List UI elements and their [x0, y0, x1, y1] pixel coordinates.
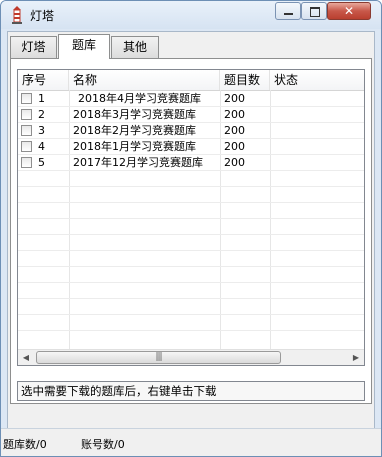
- scroll-right-icon[interactable]: ▶: [348, 350, 364, 365]
- maximize-button[interactable]: [301, 2, 327, 20]
- row-count: 200: [224, 156, 245, 169]
- status-bar: 题库数/0 账号数/0: [1, 428, 381, 456]
- bank-count-status: 题库数/0: [3, 438, 47, 451]
- row-name: 2017年12月学习竞赛题库: [73, 156, 203, 169]
- tab-other[interactable]: 其他: [111, 36, 159, 58]
- column-header-count[interactable]: 题目数: [220, 70, 270, 90]
- scroll-grip-icon: |||: [155, 352, 162, 362]
- grid-line: [18, 266, 364, 267]
- minimize-icon: [284, 13, 293, 15]
- row-name: 2018年1月学习竞赛题库: [73, 140, 196, 153]
- tab-label: 题库: [71, 38, 96, 52]
- column-header-number[interactable]: 序号: [18, 70, 69, 90]
- grid-line: [18, 234, 364, 235]
- tab-question-bank[interactable]: 题库: [58, 34, 110, 59]
- row-number: 1: [38, 92, 45, 105]
- lighthouse-app-icon: [12, 6, 22, 24]
- tab-label: 其他: [122, 40, 147, 54]
- grid-line: [18, 314, 364, 315]
- question-bank-panel: 序号 名称 题目数 状态 1 2018年4月学习竞赛题库 200 2 2018年…: [10, 58, 372, 404]
- row-number: 5: [38, 156, 45, 169]
- tab-lighthouse[interactable]: 灯塔: [10, 36, 57, 58]
- grid-line: [18, 330, 364, 331]
- window-title: 灯塔: [30, 9, 55, 23]
- row-name: 2018年3月学习竞赛题库: [73, 108, 196, 121]
- row-count: 200: [224, 140, 245, 153]
- row-count: 200: [224, 108, 245, 121]
- grid-line: [18, 250, 364, 251]
- horizontal-scrollbar[interactable]: ◀ ||| ▶: [18, 349, 364, 365]
- close-button[interactable]: ✕: [327, 2, 371, 20]
- tab-label: 灯塔: [21, 40, 46, 54]
- grid-line: [18, 298, 364, 299]
- column-header-name[interactable]: 名称: [69, 70, 220, 90]
- title-bar[interactable]: 灯塔 ✕: [1, 1, 381, 29]
- row-checkbox[interactable]: [21, 109, 32, 120]
- table-row[interactable]: 4 2018年1月学习竞赛题库 200: [18, 139, 364, 155]
- grid-line: [18, 202, 364, 203]
- table-row[interactable]: 1 2018年4月学习竞赛题库 200: [18, 91, 364, 107]
- close-icon: ✕: [343, 4, 355, 18]
- row-count: 200: [224, 124, 245, 137]
- row-checkbox[interactable]: [21, 141, 32, 152]
- row-checkbox[interactable]: [21, 125, 32, 136]
- question-bank-list[interactable]: 序号 名称 题目数 状态 1 2018年4月学习竞赛题库 200 2 2018年…: [17, 69, 365, 366]
- column-header-status[interactable]: 状态: [270, 70, 364, 90]
- row-name: 2018年2月学习竞赛题库: [73, 124, 196, 137]
- row-name: 2018年4月学习竞赛题库: [78, 92, 201, 105]
- row-number: 4: [38, 140, 45, 153]
- grid-line: [18, 218, 364, 219]
- account-count-status: 账号数/0: [81, 438, 125, 451]
- app-window: 灯塔 ✕ 灯塔 题库 其他 序号 名称 题目数 状态 1 2018年4月学习竞赛…: [0, 0, 382, 457]
- table-row[interactable]: 5 2017年12月学习竞赛题库 200: [18, 155, 364, 171]
- grid-line: [18, 282, 364, 283]
- row-checkbox[interactable]: [21, 157, 32, 168]
- table-row[interactable]: 2 2018年3月学习竞赛题库 200: [18, 107, 364, 123]
- row-count: 200: [224, 92, 245, 105]
- scroll-left-icon[interactable]: ◀: [18, 350, 34, 365]
- row-number: 2: [38, 108, 45, 121]
- row-checkbox[interactable]: [21, 93, 32, 104]
- grid-line: [18, 186, 364, 187]
- scroll-thumb[interactable]: |||: [36, 351, 281, 364]
- main-panel: 灯塔 题库 其他 序号 名称 题目数 状态 1 2018年4月学习竞赛题库 20…: [7, 31, 375, 451]
- row-number: 3: [38, 124, 45, 137]
- hint-text: 选中需要下载的题库后，右键单击下载: [17, 381, 365, 401]
- list-header: 序号 名称 题目数 状态: [18, 70, 364, 91]
- table-row[interactable]: 3 2018年2月学习竞赛题库 200: [18, 123, 364, 139]
- minimize-button[interactable]: [275, 2, 301, 20]
- maximize-icon: [310, 7, 320, 17]
